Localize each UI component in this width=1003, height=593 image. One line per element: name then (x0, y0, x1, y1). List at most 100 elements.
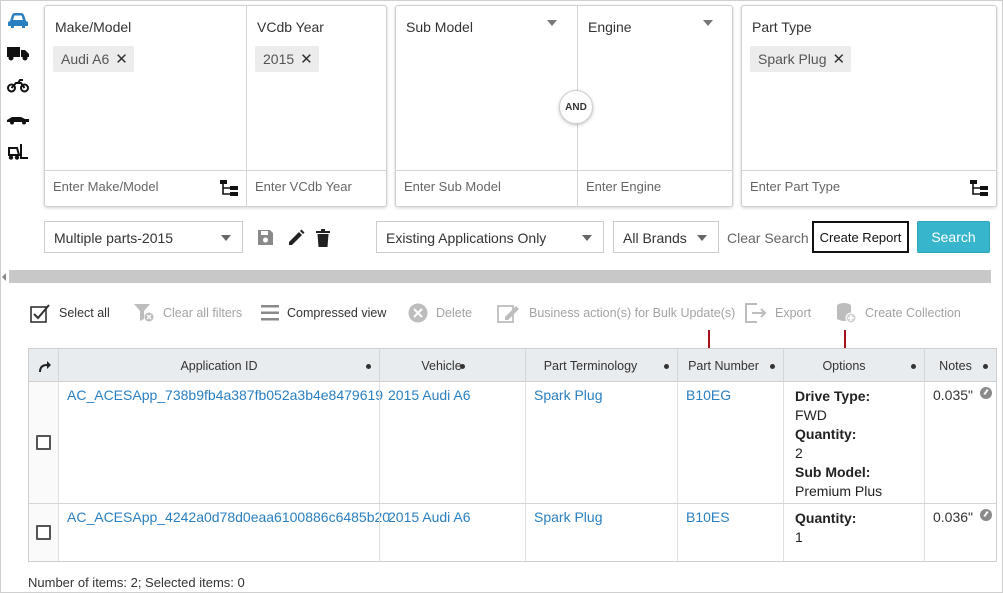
row-checkbox[interactable] (36, 435, 51, 450)
car-icon[interactable] (6, 10, 30, 30)
chip-remove-icon[interactable]: ✕ (115, 50, 128, 68)
edit-note-icon[interactable] (980, 509, 992, 521)
compressed-view-button[interactable]: Compressed view (261, 300, 386, 326)
column-menu-icon[interactable] (664, 364, 669, 369)
create-collection-label: Create Collection (865, 306, 961, 320)
part-terminology-link[interactable]: Spark Plug (534, 509, 602, 525)
trash-icon[interactable] (316, 229, 330, 247)
edit-icon[interactable] (287, 229, 305, 247)
checklist-icon (30, 303, 50, 323)
row-checkbox[interactable] (36, 525, 51, 540)
sub-model-input-row (396, 170, 577, 206)
panel-splitter[interactable] (9, 270, 991, 283)
create-report-button[interactable]: Create Report (812, 221, 909, 253)
search-button[interactable]: Search (917, 221, 990, 253)
vehicle-filter-panel: Make/Model Audi A6 ✕ VCdb Year 2015 ✕ (44, 5, 387, 207)
application-id-link[interactable]: AC_ACESApp_738b9fb4a387fb052a3b4e8479619 (67, 387, 383, 403)
business-action-button[interactable]: Business action(s) for Bulk Update(s) (497, 300, 735, 326)
tree-view-icon[interactable] (220, 180, 238, 196)
filter-clear-icon (134, 304, 154, 322)
vehicle-type-rail (6, 10, 34, 175)
vehicle-cell: 2015 Audi A6 (379, 504, 525, 561)
application-filter-select[interactable]: Existing Applications Only (376, 221, 604, 253)
engine-label: Engine (588, 19, 632, 35)
forklift-icon[interactable] (6, 142, 30, 162)
column-menu-icon[interactable] (366, 364, 371, 369)
vehicle-link[interactable]: 2015 Audi A6 (388, 387, 471, 403)
part-type-input-row (742, 170, 996, 206)
engine-column: Engine (577, 6, 733, 206)
column-menu-icon[interactable] (770, 364, 775, 369)
delete-button[interactable]: Delete (408, 300, 472, 326)
truck-icon[interactable] (6, 43, 30, 63)
vehicle-link[interactable]: 2015 Audi A6 (388, 509, 471, 525)
column-header-part-terminology[interactable]: Part Terminology (525, 349, 677, 382)
part-type-column: Part Type Spark Plug ✕ (742, 6, 996, 206)
clear-filters-button[interactable]: Clear all filters (133, 300, 242, 326)
business-action-label: Business action(s) for Bulk Update(s) (529, 306, 736, 320)
delete-label: Delete (436, 306, 473, 320)
options-cell: Quantity: 1 (783, 504, 924, 561)
chip-remove-icon[interactable]: ✕ (832, 50, 845, 68)
part-terminology-link[interactable]: Spark Plug (534, 387, 602, 403)
part-terminology-cell: Spark Plug (525, 382, 677, 503)
export-button[interactable]: Export (745, 300, 811, 326)
column-chooser-cell[interactable] (29, 349, 58, 382)
make-model-chip: Audi A6 ✕ (53, 46, 134, 72)
save-icon[interactable] (257, 229, 274, 246)
export-icon (745, 303, 767, 323)
column-header-vehicle[interactable]: Vehicle (379, 349, 525, 382)
row-select-cell (29, 504, 58, 561)
saved-search-value: Multiple parts-2015 (54, 230, 174, 246)
part-number-link[interactable]: B10EG (686, 387, 731, 403)
vcdb-year-input[interactable] (255, 179, 375, 194)
vcdb-year-column: VCdb Year 2015 ✕ (246, 6, 387, 206)
select-all-button[interactable]: Select all (30, 300, 110, 326)
sub-model-input[interactable] (404, 179, 554, 194)
collapse-arrow-icon[interactable] (2, 273, 6, 281)
option-value: Premium Plus (795, 483, 883, 499)
part-number-link[interactable]: B10ES (686, 509, 730, 525)
tree-view-icon[interactable] (970, 180, 988, 196)
table-row: AC_ACESApp_4242a0d78d0eaa6100886c6485b20… (29, 504, 996, 561)
brands-select[interactable]: All Brands (613, 221, 719, 253)
saved-search-select[interactable]: Multiple parts-2015 (44, 221, 243, 253)
list-icon (261, 305, 279, 321)
applications-grid: Application ID Vehicle Part Terminology … (28, 348, 997, 562)
make-model-input[interactable] (53, 179, 203, 194)
column-header-label: Application ID (180, 358, 258, 373)
engine-input[interactable] (586, 179, 716, 194)
notes-value: 0.035" (933, 387, 974, 403)
option-key: Sub Model: (795, 464, 871, 480)
clear-search-button[interactable]: Clear Search (727, 230, 809, 246)
column-menu-icon[interactable] (460, 364, 465, 369)
part-type-label: Part Type (752, 19, 812, 35)
option-value: FWD (795, 407, 827, 423)
chip-label: Spark Plug (758, 51, 827, 67)
column-header-application-id[interactable]: Application ID (58, 349, 379, 382)
application-id-link[interactable]: AC_ACESApp_4242a0d78d0eaa6100886c6485b20 (67, 509, 390, 525)
column-header-options[interactable]: Options (783, 349, 924, 382)
column-header-notes[interactable]: Notes (924, 349, 996, 382)
edit-note-icon[interactable] (980, 387, 992, 399)
chevron-down-icon[interactable] (547, 20, 557, 26)
part-type-panel: Part Type Spark Plug ✕ (741, 5, 997, 207)
create-collection-button[interactable]: Create Collection (836, 300, 961, 326)
make-model-label: Make/Model (55, 19, 132, 35)
column-menu-icon[interactable] (983, 364, 988, 369)
column-header-label: Options (822, 358, 866, 373)
sub-model-column: Sub Model (396, 6, 577, 206)
chevron-down-icon[interactable] (703, 20, 713, 26)
chevron-down-icon (697, 235, 707, 241)
and-operator-badge[interactable]: AND (559, 90, 593, 124)
column-header-part-number[interactable]: Part Number (677, 349, 783, 382)
column-menu-icon[interactable] (911, 364, 916, 369)
redo-arrow-icon (38, 360, 51, 372)
column-header-label: Part Terminology (543, 358, 638, 373)
race-car-icon[interactable] (6, 109, 30, 129)
table-row: AC_ACESApp_738b9fb4a387fb052a3b4e8479619… (29, 382, 996, 504)
motorcycle-icon[interactable] (6, 76, 30, 96)
option-value: 1 (795, 529, 803, 545)
part-type-input[interactable] (750, 179, 900, 194)
chip-remove-icon[interactable]: ✕ (300, 50, 313, 68)
